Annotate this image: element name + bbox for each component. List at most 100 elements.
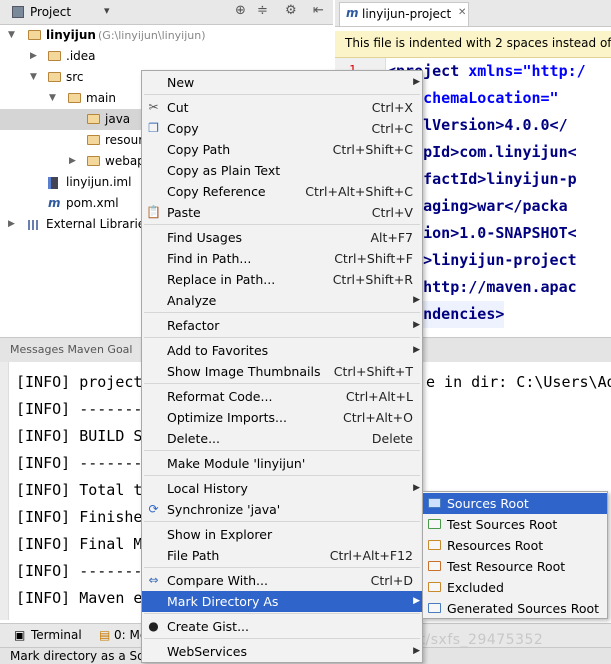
indent-notice-bar: This file is indented with 2 spaces inst… bbox=[335, 31, 611, 58]
menu-item-label: WebServices bbox=[167, 644, 247, 659]
menu-item-find-in-path[interactable]: Find in Path... Ctrl+Shift+F bbox=[142, 248, 422, 269]
indent-notice-text: This file is indented with 2 spaces inst… bbox=[345, 36, 611, 50]
messages-panel-title: Messages Maven Goal bbox=[10, 343, 133, 356]
chevron-down-icon[interactable]: ▾ bbox=[104, 4, 110, 17]
menu-item-shortcut: Ctrl+Shift+C bbox=[332, 142, 413, 157]
menu-item-shortcut: Ctrl+V bbox=[371, 205, 413, 220]
tree-item-idea[interactable]: ▶ .idea bbox=[0, 46, 333, 67]
menu-item-copy-reference[interactable]: Copy Reference Ctrl+Alt+Shift+C bbox=[142, 181, 422, 202]
tree-item-label: main bbox=[86, 91, 116, 105]
menu-item-create-gist[interactable]: ● Create Gist... bbox=[142, 616, 422, 637]
menu-item-local-history[interactable]: Local History ▶ bbox=[142, 478, 422, 499]
tree-item-label: linyijun.iml bbox=[66, 175, 132, 189]
status-text: Mark directory as a So bbox=[10, 649, 145, 663]
menu-item-label: Mark Directory As bbox=[167, 594, 279, 609]
submenu-item-excluded[interactable]: Excluded bbox=[423, 577, 607, 598]
submenu-item-label: Excluded bbox=[447, 580, 504, 595]
menu-item-copy[interactable]: ❐ Copy Ctrl+C bbox=[142, 118, 422, 139]
menu-item-label: Find Usages bbox=[167, 230, 243, 245]
tree-item-label: src bbox=[66, 70, 84, 84]
menu-item-shortcut: Ctrl+Alt+O bbox=[343, 410, 413, 425]
messages-icon: ▤ bbox=[99, 628, 111, 642]
expand-arrow-icon[interactable]: ▼ bbox=[30, 67, 37, 88]
submenu-item-generated-sources-root[interactable]: Generated Sources Root bbox=[423, 598, 607, 619]
menu-item-show-image-thumbnails[interactable]: Show Image Thumbnails Ctrl+Shift+T bbox=[142, 361, 422, 382]
collapsed-arrow-icon[interactable]: ▶ bbox=[30, 46, 37, 67]
submenu-item-test-sources-root[interactable]: Test Sources Root bbox=[423, 514, 607, 535]
hide-panel-icon[interactable]: ⇤ bbox=[313, 3, 324, 18]
menu-item-copy-as-plain-text[interactable]: Copy as Plain Text bbox=[142, 160, 422, 181]
menu-separator bbox=[144, 450, 420, 451]
folder-icon bbox=[428, 498, 441, 508]
menu-item-label: Cut bbox=[167, 100, 189, 115]
log-line: [INFO] ------- bbox=[16, 400, 143, 418]
menu-item-delete[interactable]: Delete... Delete bbox=[142, 428, 422, 449]
gear-icon[interactable]: ⚙ bbox=[285, 3, 297, 18]
submenu-item-test-resource-root[interactable]: Test Resource Root bbox=[423, 556, 607, 577]
github-icon: ● bbox=[148, 619, 159, 633]
editor-tab-label: linyijun-project bbox=[362, 7, 452, 21]
menu-item-label: Synchronize 'java' bbox=[167, 502, 281, 517]
folder-icon bbox=[428, 582, 441, 592]
menu-item-mark-directory-as[interactable]: Mark Directory As ▶ bbox=[142, 591, 422, 612]
menu-item-label: File Path bbox=[167, 548, 220, 563]
editor-tab-pom[interactable]: m linyijun-project ✕ bbox=[339, 2, 469, 26]
collapse-all-icon[interactable]: ≑ bbox=[257, 3, 268, 18]
submenu-item-label: Resources Root bbox=[447, 538, 544, 553]
menu-separator bbox=[144, 613, 420, 614]
menu-item-analyze[interactable]: Analyze ▶ bbox=[142, 290, 422, 311]
close-icon[interactable]: ✕ bbox=[458, 7, 466, 18]
folder-icon bbox=[48, 51, 61, 61]
expand-arrow-icon[interactable]: ▼ bbox=[49, 88, 56, 109]
tree-item-label: java bbox=[105, 112, 131, 126]
tree-item-linyijun[interactable]: ▼ linyijun (G:\linyijun\linyijun) bbox=[0, 25, 333, 46]
menu-item-label: Compare With... bbox=[167, 573, 268, 588]
menu-item-compare-with[interactable]: ⇔ Compare With... Ctrl+D bbox=[142, 570, 422, 591]
collapsed-arrow-icon[interactable]: ▶ bbox=[69, 151, 76, 172]
menu-item-add-to-favorites[interactable]: Add to Favorites ▶ bbox=[142, 340, 422, 361]
maven-file-icon: m bbox=[346, 6, 359, 20]
menu-item-synchronize-java[interactable]: ⟳ Synchronize 'java' bbox=[142, 499, 422, 520]
folder-icon bbox=[87, 156, 100, 166]
menu-item-label: Copy as Plain Text bbox=[167, 163, 281, 178]
menu-item-replace-in-path[interactable]: Replace in Path... Ctrl+Shift+R bbox=[142, 269, 422, 290]
menu-item-optimize-imports[interactable]: Optimize Imports... Ctrl+Alt+O bbox=[142, 407, 422, 428]
menu-item-label: New bbox=[167, 75, 195, 90]
submenu-item-sources-root[interactable]: Sources Root bbox=[423, 493, 607, 514]
folder-icon bbox=[428, 561, 441, 571]
submenu-item-resources-root[interactable]: Resources Root bbox=[423, 535, 607, 556]
terminal-icon: ▣ bbox=[14, 628, 26, 642]
menu-item-webservices[interactable]: WebServices ▶ bbox=[142, 641, 422, 662]
expand-arrow-icon[interactable]: ▼ bbox=[8, 25, 15, 46]
paste-icon: 📋 bbox=[146, 205, 161, 219]
log-line: [INFO] Total t bbox=[16, 481, 143, 499]
collapsed-arrow-icon[interactable]: ▶ bbox=[8, 214, 15, 235]
menu-item-find-usages[interactable]: Find Usages Alt+F7 bbox=[142, 227, 422, 248]
tree-item-label: External Libraries bbox=[46, 217, 152, 231]
menu-item-label: Reformat Code... bbox=[167, 389, 273, 404]
menu-item-label: Copy Reference bbox=[167, 184, 266, 199]
menu-item-shortcut: Ctrl+D bbox=[370, 573, 413, 588]
tab-terminal[interactable]: Terminal bbox=[31, 628, 82, 642]
menu-separator bbox=[144, 312, 420, 313]
scroll-from-source-icon[interactable]: ⊕ bbox=[235, 3, 246, 18]
menu-item-shortcut: Ctrl+Shift+F bbox=[334, 251, 413, 266]
menu-item-show-in-explorer[interactable]: Show in Explorer bbox=[142, 524, 422, 545]
menu-item-copy-path[interactable]: Copy Path Ctrl+Shift+C bbox=[142, 139, 422, 160]
menu-item-refactor[interactable]: Refactor ▶ bbox=[142, 315, 422, 336]
submenu-arrow-icon: ▶ bbox=[413, 646, 420, 656]
menu-item-shortcut: Ctrl+Alt+F12 bbox=[329, 548, 413, 563]
project-panel-title[interactable]: Project bbox=[30, 5, 71, 19]
maven-file-icon: m bbox=[48, 196, 61, 210]
menu-item-shortcut: Ctrl+C bbox=[371, 121, 413, 136]
menu-separator bbox=[144, 224, 420, 225]
menu-item-cut[interactable]: ✂ Cut Ctrl+X bbox=[142, 97, 422, 118]
menu-item-label: Replace in Path... bbox=[167, 272, 276, 287]
menu-item-make-module-linyijun[interactable]: Make Module 'linyijun' bbox=[142, 453, 422, 474]
folder-icon bbox=[428, 540, 441, 550]
menu-item-paste[interactable]: 📋 Paste Ctrl+V bbox=[142, 202, 422, 223]
menu-item-new[interactable]: New ▶ bbox=[142, 72, 422, 93]
menu-item-reformat-code[interactable]: Reformat Code... Ctrl+Alt+L bbox=[142, 386, 422, 407]
menu-item-file-path[interactable]: File Path Ctrl+Alt+F12 bbox=[142, 545, 422, 566]
folder-icon bbox=[428, 519, 441, 529]
